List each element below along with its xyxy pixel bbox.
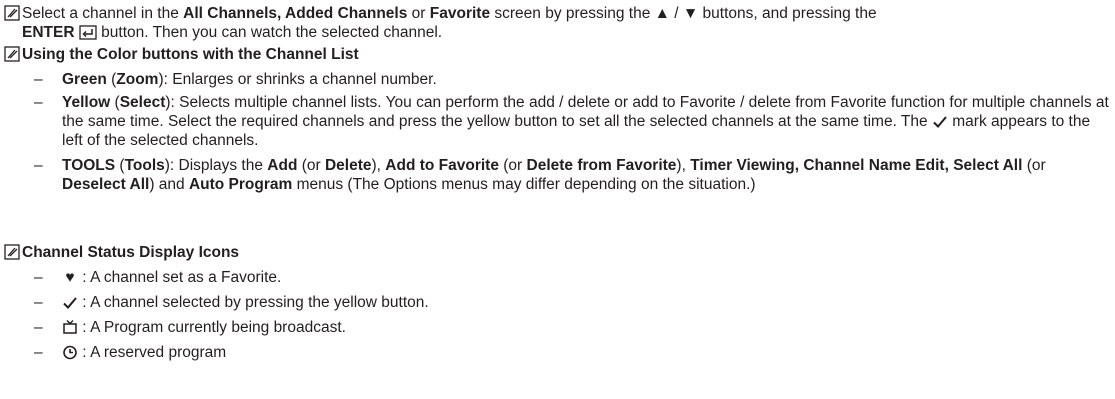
check-icon	[62, 293, 78, 312]
note-status-icons-heading: Channel Status Display Icons	[22, 244, 240, 261]
note-select-channel: Select a channel in the All Channels, Ad…	[0, 4, 1110, 42]
list-item-tools: – TOOLS (Tools): Displays the Add (or De…	[34, 156, 1110, 194]
note-icon	[4, 46, 20, 62]
note-icon	[4, 5, 20, 21]
note-select-channel-text: Select a channel in the All Channels, Ad…	[22, 5, 877, 41]
list-item-tools-text: TOOLS (Tools): Displays the Add (or Dele…	[62, 157, 1046, 193]
note-icon	[4, 244, 20, 260]
status-text: : A Program currently being broadcast.	[78, 319, 346, 336]
list-item-reserved: – : A reserved program	[34, 343, 1110, 362]
status-text: : A reserved program	[78, 344, 227, 361]
status-text: : A channel set as a Favorite.	[78, 269, 282, 286]
dash: –	[34, 344, 43, 361]
clock-icon	[62, 343, 78, 362]
dash: –	[34, 71, 43, 88]
list-item-selected: – : A channel selected by pressing the y…	[34, 293, 1110, 312]
dash: –	[34, 157, 43, 174]
enter-icon	[79, 25, 97, 40]
dash: –	[34, 294, 43, 311]
status-text: : A channel selected by pressing the yel…	[78, 294, 429, 311]
dash: –	[34, 319, 43, 336]
list-item-green: – Green (Zoom): Enlarges or shrinks a ch…	[34, 70, 1110, 89]
heart-icon: ♥	[65, 269, 75, 286]
dash: –	[34, 94, 43, 111]
dash: –	[34, 269, 43, 286]
list-item-favorite: – ♥ : A channel set as a Favorite.	[34, 268, 1110, 287]
list-item-yellow: – Yellow (Select): Selects multiple chan…	[34, 93, 1110, 150]
check-icon	[933, 116, 947, 128]
note-status-icons: Channel Status Display Icons	[0, 243, 1110, 262]
tv-icon	[62, 318, 78, 337]
list-item-green-text: Green (Zoom): Enlarges or shrinks a chan…	[62, 71, 437, 88]
note-color-buttons-heading: Using the Color buttons with the Channel…	[22, 46, 359, 63]
list-item-broadcast: – : A Program currently being broadcast.	[34, 318, 1110, 337]
list-item-yellow-text: Yellow (Select): Selects multiple channe…	[62, 94, 1109, 149]
note-color-buttons: Using the Color buttons with the Channel…	[0, 45, 1110, 64]
